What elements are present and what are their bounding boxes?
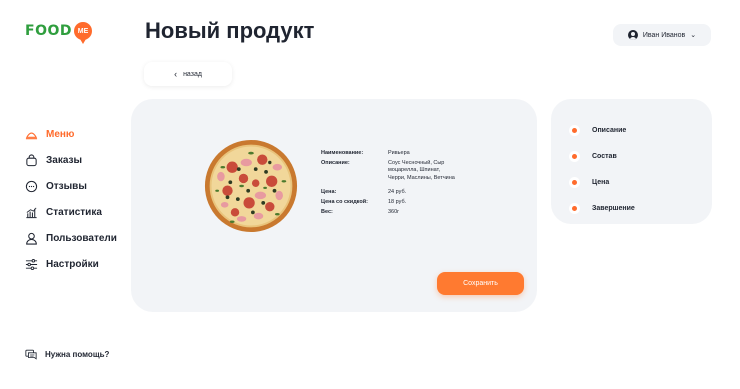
user-menu-button[interactable]: Иван Иванов ⌄ [613,24,711,46]
menu-icon [25,128,38,141]
sidebar-item-orders[interactable]: Заказы [25,147,117,173]
product-description: Соус Чесночный, Сыр моцарелла, Шпинат, Ч… [388,160,455,181]
detail-label: Цена: [321,188,337,195]
back-button-label: назад [183,70,202,78]
detail-row-description: Описание: Соус Чесночный, Сыр моцарелла,… [321,160,458,182]
step-dot-icon [569,150,580,162]
sidebar-item-reviews[interactable]: Отзывы [25,173,117,199]
sidebar-item-label: Отзывы [46,180,87,192]
detail-label: Наименование: [321,150,364,156]
stats-icon [25,206,38,219]
product-details: Наименование: Ривьера Описание: Соус Чес… [321,150,458,219]
logo-text: FOOD [25,23,72,39]
product-name: Ривьера [388,150,410,156]
step-composition[interactable]: Состав [569,143,635,169]
detail-row-discount: Цена со скидкой: 18 руб. [321,199,458,206]
logo-badge: ME [74,22,92,44]
sidebar-item-statistics[interactable]: Статистика [25,199,117,225]
user-name: Иван Иванов [642,31,686,39]
sidebar-item-label: Статистика [46,206,102,218]
bag-icon [25,153,38,167]
sidebar-item-settings[interactable]: Настройки [25,251,117,277]
step-label: Цена [592,178,610,186]
product-card: Наименование: Ривьера Описание: Соус Чес… [131,99,537,312]
user-avatar-icon [627,30,638,40]
chat-icon [25,180,38,193]
product-discount-price: 18 руб. [388,199,407,206]
detail-label: Цена со скидкой: [321,199,368,206]
step-label: Завершение [592,204,635,212]
step-label: Состав [592,152,617,160]
detail-label: Описание: [321,160,350,167]
detail-row-name: Наименование: Ривьера [321,150,458,157]
step-dot-icon [569,176,580,188]
step-finish[interactable]: Завершение [569,195,635,221]
chevron-left-icon: ‹ [174,69,178,79]
detail-row-weight: Вес: 360г [321,209,458,216]
settings-icon [25,258,38,271]
step-label: Описание [592,126,627,134]
detail-row-price: Цена: 24 руб. [321,189,458,196]
step-description[interactable]: Описание [569,117,635,143]
sidebar-item-label: Заказы [46,154,83,166]
step-dot-icon [569,124,580,136]
pizza-image [204,139,298,233]
logo[interactable]: FOOD ME [25,22,92,44]
detail-label: Вес: [321,209,333,216]
step-dot-icon [569,202,580,214]
sidebar-item-users[interactable]: Пользователи [25,225,117,251]
sidebar-item-label: Меню [46,128,75,140]
sidebar-item-label: Настройки [46,258,99,270]
user-icon [25,232,38,245]
page-title: Новый продукт [145,18,315,43]
steps-card: Описание Состав Цена Завершение [551,99,712,224]
steps-list: Описание Состав Цена Завершение [569,117,635,221]
step-price[interactable]: Цена [569,169,635,195]
product-weight: 360г [388,209,400,216]
help-chat-icon [25,348,37,360]
sidebar-item-menu[interactable]: Меню [25,121,117,147]
sidebar: Меню Заказы Отзывы Статистика Пользовате… [25,121,117,277]
chevron-down-icon: ⌄ [690,32,697,39]
save-button[interactable]: Сохранить [437,272,524,295]
sidebar-item-label: Пользователи [46,232,117,244]
help-link[interactable]: Нужна помощь? [25,348,109,360]
help-label: Нужна помощь? [45,349,110,359]
product-price: 24 руб. [388,188,407,195]
back-button[interactable]: ‹ назад [144,62,232,86]
